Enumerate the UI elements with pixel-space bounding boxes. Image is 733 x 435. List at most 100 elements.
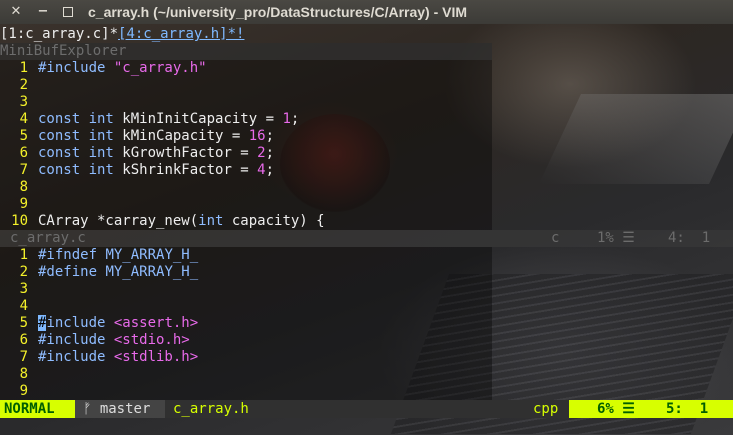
file-type: cpp (533, 401, 559, 417)
top-pane-line[interactable]: 1 #include "c_array.h" (0, 60, 733, 77)
bottom-split-pane[interactable]: 1 #ifndef MY_ARRAY_H_ 2 #define MY_ARRAY_H_… (0, 247, 733, 400)
code-token: ; (265, 145, 275, 161)
code-token: const int (38, 128, 123, 144)
code-token: kMinInitCapacity = (122, 111, 283, 127)
top-pane-line[interactable]: 9 (0, 196, 733, 213)
line-number: 8 (19, 179, 28, 195)
line-number: 3 (19, 281, 28, 297)
status-line: NORMAL ᚠ master c_array.h cpp 6% ☰ 5: 1 (0, 400, 733, 418)
editor-area[interactable]: [1:c_array.c]*[4:c_array.h]*! MiniBufExp… (0, 24, 733, 435)
title-bar: ✕ − c_array.h (~/university_pro/DataStru… (0, 0, 733, 24)
bottom-pane-line[interactable]: 9 (0, 383, 733, 400)
code-token: 16 (248, 128, 266, 144)
code-token: int (198, 213, 224, 229)
code-token: #ifndef (38, 247, 106, 263)
minimize-icon[interactable]: − (35, 4, 51, 20)
line-number: 1 (19, 247, 28, 263)
maximize-icon[interactable] (60, 4, 76, 20)
bottom-pane-line[interactable]: 2 #define MY_ARRAY_H_ (0, 264, 733, 281)
code-text: #ifndef MY_ARRAY_H_ (28, 247, 198, 263)
line-number: 8 (19, 366, 28, 382)
line-number: 6 (19, 332, 28, 348)
mode-indicator: NORMAL (0, 400, 75, 418)
bottom-pane-line[interactable]: 7 #include <stdlib.h> (0, 349, 733, 366)
top-pane-line[interactable]: 8 (0, 179, 733, 196)
line-number: 4 (19, 298, 28, 314)
code-token: #include (38, 60, 114, 76)
line-number: 2 (19, 264, 28, 280)
code-token: const int (38, 145, 123, 161)
line-number: 10 (11, 213, 28, 229)
code-token: <stdio.h> (113, 332, 190, 348)
top-pane-line[interactable]: 5 const int kMinCapacity = 16; (0, 128, 733, 145)
inactive-file-name: c_array.c (10, 230, 86, 246)
bottom-pane-line[interactable]: 3 (0, 281, 733, 298)
top-split-pane[interactable]: 1 #include "c_array.h" 2 3 4 const int kMinIn… (0, 60, 733, 230)
bottom-pane-line[interactable]: 6 #include <stdio.h> (0, 332, 733, 349)
code-token: CArray *carray_new( (38, 213, 199, 229)
code-token: kMinCapacity = (122, 128, 249, 144)
code-token: const int (38, 111, 123, 127)
minibuf-explorer-title: MiniBufExplorer (0, 43, 492, 60)
code-text: #include <stdlib.h> (28, 349, 198, 365)
code-text: const int kMinInitCapacity = 1; (28, 111, 299, 127)
top-pane-line[interactable]: 4 const int kMinInitCapacity = 1; (0, 111, 733, 128)
line-number: 1 (19, 60, 28, 76)
line-number: 9 (19, 196, 28, 212)
current-file-name: c_array.h (173, 401, 249, 417)
bottom-pane-line[interactable]: 4 (0, 298, 733, 315)
code-token: 4 (257, 162, 266, 178)
code-token: const int (38, 162, 123, 178)
buffer-tabs: [1:c_array.c]*[4:c_array.h]*! (0, 26, 733, 43)
code-token: 2 (257, 145, 266, 161)
top-pane-line[interactable]: 6 const int kGrowthFactor = 2; (0, 145, 733, 162)
code-token: <stdlib.h> (113, 349, 199, 365)
top-pane-line[interactable]: 10 CArray *carray_new(int capacity) { (0, 213, 733, 230)
code-token: <assert.h> (113, 315, 199, 331)
close-icon[interactable]: ✕ (8, 4, 24, 20)
code-token: MY_ARRAY_H_ (105, 247, 199, 263)
line-number: 2 (19, 77, 28, 93)
top-pane-line[interactable]: 3 (0, 94, 733, 111)
line-number: 9 (19, 383, 28, 399)
code-token: #include (38, 332, 114, 348)
code-token: #include (38, 349, 114, 365)
bottom-pane-line[interactable]: 8 (0, 366, 733, 383)
code-text: #include "c_array.h" (28, 60, 207, 76)
top-pane-line[interactable]: 7 const int kShrinkFactor = 4; (0, 162, 733, 179)
inactive-status-line: c_array.c c 1% ☰ 4: 1 (0, 230, 733, 247)
cursor-position: 5: 1 (652, 400, 733, 418)
code-text: const int kMinCapacity = 16; (28, 128, 274, 144)
buffer-tab-c-array-c[interactable]: [1:c_array.c]* (0, 26, 118, 42)
code-token: kShrinkFactor = (122, 162, 258, 178)
buffer-tab-c-array-h[interactable]: [4:c_array.h]*! (118, 26, 244, 42)
line-number: 4 (19, 111, 28, 127)
code-token: "c_array.h" (113, 60, 207, 76)
line-number: 5 (19, 128, 28, 144)
bottom-pane-line[interactable]: 1 #ifndef MY_ARRAY_H_ (0, 247, 733, 264)
bottom-pane-line[interactable]: 5 #include <assert.h> (0, 315, 733, 332)
code-token: 1 (282, 111, 291, 127)
code-token: include (46, 315, 114, 331)
inactive-cursor-pos: 4: 1 (668, 230, 711, 246)
code-token: MY_ARRAY_H_ (105, 264, 199, 280)
line-number: 5 (19, 315, 28, 331)
top-pane-line[interactable]: 2 (0, 77, 733, 94)
code-token: kGrowthFactor = (122, 145, 258, 161)
code-token: capacity) { (223, 213, 325, 229)
code-token: ; (265, 162, 275, 178)
line-number: 7 (19, 349, 28, 365)
code-token: ; (290, 111, 300, 127)
code-text: #include <stdio.h> (28, 332, 190, 348)
code-text: const int kGrowthFactor = 2; (28, 145, 274, 161)
inactive-percent: 1% ☰ (597, 230, 635, 246)
code-text: CArray *carray_new(int capacity) { (28, 213, 325, 229)
code-text: const int kShrinkFactor = 4; (28, 162, 274, 178)
